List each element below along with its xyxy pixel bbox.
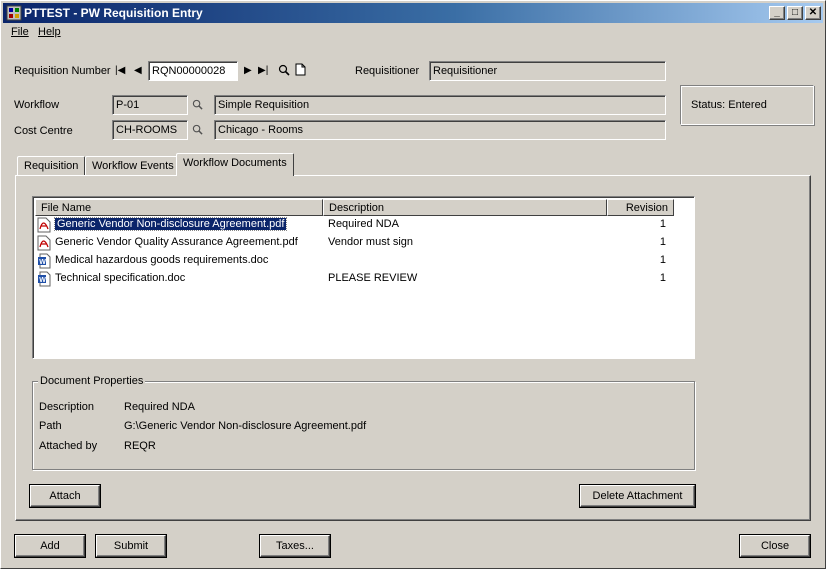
word-doc-icon: W (38, 271, 51, 287)
maximize-button[interactable]: □ (787, 6, 803, 20)
svg-text:W: W (39, 259, 46, 266)
requisition-number-input[interactable]: RQN00000028 (148, 61, 238, 81)
app-icon (6, 5, 22, 21)
word-doc-icon: W (38, 253, 51, 269)
revision-cell: 1 (659, 218, 666, 230)
description-cell: Vendor must sign (328, 236, 413, 248)
property-attached-by-value: REQR (124, 440, 156, 452)
menu-bar: File Help (3, 24, 823, 42)
svg-text:W: W (39, 277, 46, 284)
close-button[interactable]: Close (740, 535, 810, 557)
close-window-button[interactable]: ✕ (805, 6, 821, 20)
workflow-search-icon[interactable] (192, 99, 203, 110)
property-path-value: G:\Generic Vendor Non-disclosure Agreeme… (124, 420, 367, 432)
tab-requisition[interactable]: Requisition (17, 156, 86, 176)
workflow-code-field[interactable]: P-01 (112, 95, 188, 115)
submit-button[interactable]: Submit (96, 535, 166, 557)
property-path-label: Path (39, 420, 62, 432)
status-text: Status: Entered (691, 99, 767, 111)
file-name-cell: Generic Vendor Quality Assurance Agreeme… (55, 236, 298, 248)
column-header-revision[interactable]: Revision (607, 199, 674, 216)
workflow-label: Workflow (14, 99, 60, 111)
property-description-label: Description (39, 401, 95, 413)
next-record-icon[interactable]: ▶ (244, 65, 252, 76)
taxes-button[interactable]: Taxes... (260, 535, 330, 557)
property-attached-by-label: Attached by (39, 440, 98, 452)
cost-centre-code-field[interactable]: CH-ROOMS (112, 120, 188, 140)
add-button[interactable]: Add (15, 535, 85, 557)
search-icon[interactable] (278, 64, 290, 76)
file-name-cell: Technical specification.doc (55, 272, 186, 284)
column-header-description[interactable]: Description (323, 199, 607, 216)
window-title: PTTEST - PW Requisition Entry (24, 6, 203, 20)
tab-workflow-documents[interactable]: Workflow Documents (176, 153, 294, 176)
menu-help[interactable]: Help (38, 26, 61, 38)
revision-cell: 1 (659, 272, 666, 284)
description-cell: Required NDA (328, 218, 399, 230)
table-row[interactable]: Generic Vendor Quality Assurance Agreeme… (35, 234, 693, 252)
cost-centre-label: Cost Centre (14, 125, 73, 137)
main-window: PTTEST - PW Requisition Entry _ □ ✕ File… (0, 0, 826, 569)
delete-attachment-button[interactable]: Delete Attachment (580, 485, 695, 507)
menu-file[interactable]: File (11, 26, 29, 38)
description-cell: PLEASE REVIEW (328, 272, 418, 284)
first-record-icon[interactable]: |◀ (115, 65, 125, 76)
attach-button[interactable]: Attach (30, 485, 100, 507)
title-bar[interactable]: PTTEST - PW Requisition Entry _ □ ✕ (3, 3, 823, 23)
cost-centre-description-field: Chicago - Rooms (214, 120, 666, 140)
tab-workflow-events[interactable]: Workflow Events (85, 156, 181, 176)
documents-list[interactable]: File Name Description Revision Generic V… (32, 196, 695, 359)
property-description-value: Required NDA (124, 401, 195, 413)
column-header-file-name[interactable]: File Name (35, 199, 323, 216)
previous-record-icon[interactable]: ◀ (134, 65, 142, 76)
last-record-icon[interactable]: ▶| (258, 65, 268, 76)
minimize-button[interactable]: _ (769, 6, 785, 20)
requisitioner-label: Requisitioner (355, 65, 420, 77)
cost-centre-search-icon[interactable] (192, 124, 203, 135)
status-panel: Status: Entered (680, 85, 814, 125)
file-name-cell: Generic Vendor Non-disclosure Agreement.… (53, 217, 288, 231)
table-row[interactable]: W Medical hazardous goods requirements.d… (35, 252, 693, 270)
new-document-icon[interactable] (295, 63, 306, 76)
table-row[interactable]: W Technical specification.doc PLEASE REV… (35, 270, 693, 288)
revision-cell: 1 (659, 236, 666, 248)
pdf-icon (37, 235, 51, 251)
pdf-icon (37, 217, 51, 233)
table-row[interactable]: Generic Vendor Non-disclosure Agreement.… (35, 216, 693, 234)
document-properties-title: Document Properties (38, 375, 146, 387)
file-name-cell: Medical hazardous goods requirements.doc (55, 254, 269, 266)
workflow-description-field: Simple Requisition (214, 95, 666, 115)
requisition-number-label: Requisition Number (14, 65, 111, 77)
requisitioner-field: Requisitioner (429, 61, 666, 81)
revision-cell: 1 (659, 254, 666, 266)
